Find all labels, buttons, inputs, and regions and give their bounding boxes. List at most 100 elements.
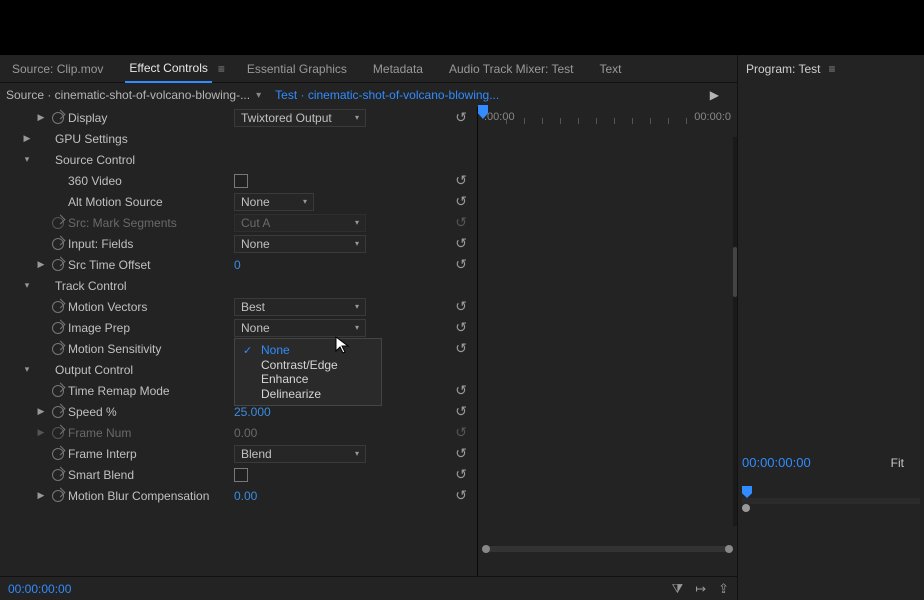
- play-icon[interactable]: ▶: [710, 88, 719, 102]
- zoom-fit-dropdown[interactable]: Fit: [891, 456, 904, 470]
- checkbox-360-video[interactable]: [234, 174, 248, 188]
- tab-essential-graphics[interactable]: Essential Graphics: [243, 56, 351, 82]
- reset-icon[interactable]: ↺: [455, 487, 467, 504]
- stopwatch-icon[interactable]: [52, 112, 64, 124]
- reset-icon[interactable]: ↺: [455, 298, 467, 315]
- twirl-icon[interactable]: ▶: [36, 112, 46, 123]
- stopwatch-icon[interactable]: [52, 238, 64, 250]
- twirl-icon[interactable]: ▾: [22, 280, 32, 291]
- program-scrubber[interactable]: [742, 498, 920, 504]
- ruler-ticks: [506, 118, 687, 124]
- reset-icon[interactable]: ↺: [455, 235, 467, 252]
- stopwatch-icon[interactable]: [52, 448, 64, 460]
- reset-icon[interactable]: ↺: [455, 340, 467, 357]
- reset-icon[interactable]: ↺: [455, 172, 467, 189]
- scrollbar-vertical[interactable]: [733, 137, 737, 526]
- playhead-icon[interactable]: [742, 486, 752, 498]
- reset-icon[interactable]: ↺: [455, 403, 467, 420]
- motion-vectors-dropdown[interactable]: Best▾: [234, 298, 366, 316]
- display-dropdown[interactable]: Twixtored Output▾: [234, 109, 366, 127]
- value-speed[interactable]: 25.000: [234, 405, 271, 419]
- value-motion-blur-comp[interactable]: 0.00: [234, 489, 257, 503]
- check-icon: ✓: [243, 344, 252, 357]
- frame-interp-dropdown[interactable]: Blend▾: [234, 445, 366, 463]
- stopwatch-icon[interactable]: [52, 469, 64, 481]
- reset-icon[interactable]: ↺: [455, 109, 467, 126]
- param-motion-vectors: Motion Vectors: [68, 300, 147, 314]
- src-mark-segments-dropdown: Cut A▾: [234, 214, 366, 232]
- group-gpu-settings[interactable]: GPU Settings: [55, 132, 128, 146]
- value-src-time-offset[interactable]: 0: [234, 258, 241, 272]
- breadcrumb: Source · cinematic-shot-of-volcano-blowi…: [0, 83, 737, 107]
- panel-menu-icon[interactable]: ≡: [218, 62, 225, 76]
- twirl-icon[interactable]: ▶: [36, 406, 46, 417]
- tab-text[interactable]: Text: [595, 56, 625, 82]
- panel-menu-icon[interactable]: ≡: [828, 62, 835, 76]
- stopwatch-icon[interactable]: [52, 301, 64, 313]
- breadcrumb-sequence[interactable]: Test · cinematic-shot-of-volcano-blowing…: [275, 88, 499, 102]
- stopwatch-icon[interactable]: [52, 343, 64, 355]
- filter-icon[interactable]: ⧩: [672, 581, 684, 597]
- effect-properties: ▶ Display Twixtored Output▾ ↺ ▶ GPU Sett…: [0, 107, 478, 576]
- group-output-control[interactable]: Output Control: [55, 363, 133, 377]
- param-frame-interp: Frame Interp: [68, 447, 137, 461]
- stopwatch-icon[interactable]: [52, 322, 64, 334]
- image-prep-dropdown[interactable]: None▾: [234, 319, 366, 337]
- zoom-handle-right[interactable]: [725, 545, 733, 553]
- tab-source[interactable]: Source: Clip.mov: [8, 56, 107, 82]
- input-fields-dropdown[interactable]: None▾: [234, 235, 366, 253]
- program-monitor[interactable]: 00:00:00:00 Fit: [738, 83, 924, 600]
- chevron-down-icon[interactable]: ▾: [256, 90, 261, 101]
- zoom-scrollbar[interactable]: [482, 546, 733, 552]
- zoom-handle-left[interactable]: [482, 545, 490, 553]
- alt-motion-source-dropdown[interactable]: None▾: [234, 193, 314, 211]
- twirl-icon[interactable]: ▶: [36, 259, 46, 270]
- menu-item-delinearize[interactable]: Delinearize: [235, 383, 381, 405]
- reset-icon[interactable]: ↺: [455, 319, 467, 336]
- twirl-icon[interactable]: ▾: [22, 364, 32, 375]
- param-alt-motion-source: Alt Motion Source: [68, 195, 163, 209]
- param-time-remap-mode: Time Remap Mode: [68, 384, 170, 398]
- value-frame-num: 0.00: [234, 426, 257, 440]
- stopwatch-icon[interactable]: [52, 406, 64, 418]
- reset-icon[interactable]: ↺: [455, 256, 467, 273]
- param-speed: Speed %: [68, 405, 117, 419]
- group-track-control[interactable]: Track Control: [55, 279, 127, 293]
- export-icon[interactable]: ⇪: [718, 581, 729, 597]
- param-motion-sensitivity: Motion Sensitivity: [68, 342, 161, 356]
- param-image-prep: Image Prep: [68, 321, 130, 335]
- tab-audio-mixer[interactable]: Audio Track Mixer: Test: [445, 56, 578, 82]
- tab-metadata[interactable]: Metadata: [369, 56, 427, 82]
- param-360-video: 360 Video: [68, 174, 122, 188]
- checkbox-smart-blend[interactable]: [234, 468, 248, 482]
- twirl-icon[interactable]: ▾: [22, 154, 32, 165]
- stopwatch-icon: [52, 427, 64, 439]
- stopwatch-icon: [52, 217, 64, 229]
- reset-icon[interactable]: ↺: [455, 445, 467, 462]
- stopwatch-icon[interactable]: [52, 385, 64, 397]
- twirl-icon: ▶: [36, 427, 46, 438]
- param-display: Display: [68, 111, 107, 125]
- reset-icon: ↺: [455, 424, 467, 441]
- image-prep-menu: ✓None Contrast/Edge Enhance Delinearize: [234, 338, 382, 406]
- effect-timeline[interactable]: :00:00 00:00:0: [478, 107, 737, 576]
- reset-icon[interactable]: ↺: [455, 193, 467, 210]
- program-title: Program: Test: [746, 62, 820, 76]
- stopwatch-icon[interactable]: [52, 490, 64, 502]
- step-icon[interactable]: ↦: [695, 581, 706, 597]
- param-frame-num: Frame Num: [68, 426, 131, 440]
- param-smart-blend: Smart Blend: [68, 468, 134, 482]
- twirl-icon[interactable]: ▶: [36, 490, 46, 501]
- reset-icon[interactable]: ↺: [455, 466, 467, 483]
- twirl-icon[interactable]: ▶: [22, 133, 32, 144]
- tab-effect-controls[interactable]: Effect Controls: [125, 55, 211, 83]
- reset-icon[interactable]: ↺: [455, 382, 467, 399]
- group-source-control[interactable]: Source Control: [55, 153, 135, 167]
- program-timecode[interactable]: 00:00:00:00: [742, 455, 811, 470]
- menu-item-contrast-edge[interactable]: Contrast/Edge Enhance: [235, 361, 381, 383]
- breadcrumb-source[interactable]: Source · cinematic-shot-of-volcano-blowi…: [6, 88, 250, 102]
- timecode[interactable]: 00:00:00:00: [8, 582, 71, 596]
- stopwatch-icon[interactable]: [52, 259, 64, 271]
- param-input-fields: Input: Fields: [68, 237, 133, 251]
- zoom-handle[interactable]: [742, 504, 750, 512]
